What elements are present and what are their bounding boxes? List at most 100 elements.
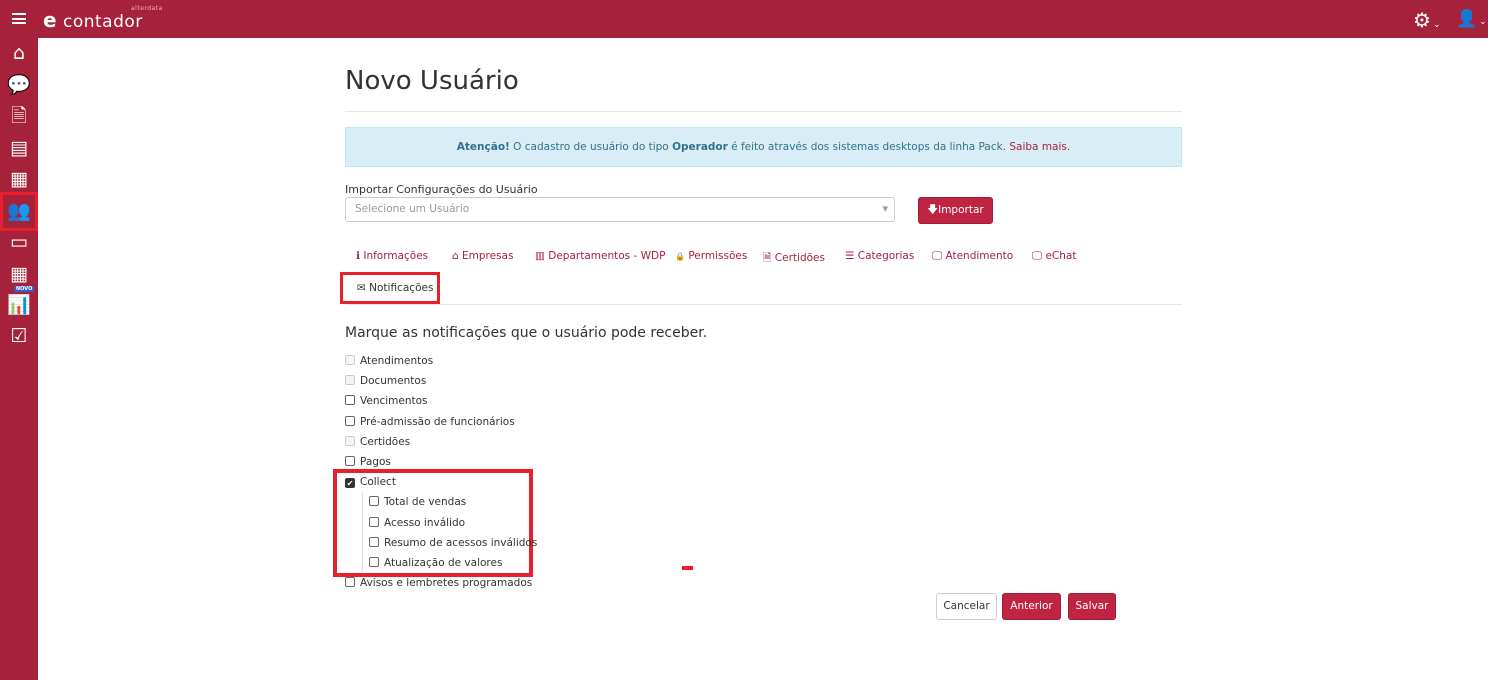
import-button[interactable]: 🡇Importar (918, 197, 993, 224)
tab-label: Permissões (688, 250, 748, 262)
info-icon: ℹ (356, 250, 360, 262)
settings-menu[interactable]: ⚙ ⌄ (1413, 8, 1440, 32)
top-bar: e contador alterdata ⚙ ⌄ 👤 ⌄ (0, 0, 1488, 38)
building-icon: ▥ (535, 250, 545, 262)
user-icon: 👤 (1456, 9, 1478, 29)
checkbox-icon[interactable] (345, 435, 355, 446)
chevron-down-icon: ⌄ (1479, 17, 1487, 27)
tab-permissoes[interactable]: 🔒 Permissões (675, 250, 747, 262)
red-marker (682, 566, 693, 570)
checkbox-label: Atendimentos (360, 355, 434, 367)
checkbox-label: Certidões (360, 435, 411, 448)
saiba-mais-link[interactable]: Saiba mais. (1009, 141, 1070, 153)
logo-text: contador (62, 12, 143, 32)
chat-icon[interactable]: 💬 (7, 73, 31, 97)
tab-certidoes[interactable]: 🗎 Certidões (763, 250, 825, 268)
tab-label: Notificações (369, 282, 434, 294)
checkbox-icon[interactable] (369, 496, 379, 507)
checkbox-icon[interactable] (345, 375, 355, 386)
save-button[interactable]: Salvar (1068, 593, 1116, 620)
tab-label: Empresas (462, 250, 514, 262)
notification-checkbox: Documentos (345, 375, 426, 387)
hamburger-menu-icon[interactable] (12, 13, 26, 24)
users-icon[interactable]: 👥 (7, 199, 31, 223)
tab-echat[interactable]: 🖵 eChat (1032, 250, 1076, 263)
building-icon[interactable]: ▦ (7, 167, 31, 191)
tab-notificacoes[interactable]: ✉ Notificações (340, 272, 440, 304)
bar-chart-icon[interactable]: 📊 (7, 293, 31, 317)
tab-informacoes[interactable]: ℹ Informações (356, 250, 428, 262)
monitor-icon: 🖵 (932, 250, 943, 262)
caret-down-icon: ▼ (882, 205, 888, 213)
checkbox-icon[interactable] (345, 456, 355, 466)
checkbox-icon[interactable] (345, 415, 355, 426)
home-icon: ⌂ (452, 250, 459, 262)
credit-card-icon[interactable]: ▭ (7, 230, 31, 254)
notification-checkbox[interactable]: Resumo de acessos inválidos (369, 536, 538, 549)
checkbox-label: Documentos (360, 375, 427, 388)
checkbox-label: Acesso inválido (384, 516, 466, 529)
checkbox-label: Vencimentos (360, 395, 428, 408)
tab-label: eChat (1045, 250, 1077, 262)
tab-atendimento[interactable]: 🖵 Atendimento (932, 250, 1013, 263)
notification-checkbox[interactable]: Pagos (345, 456, 391, 468)
import-label-text: Importar (938, 204, 984, 216)
notification-checkbox[interactable]: Avisos e lembretes programados (345, 577, 532, 589)
list-icon: ☰ (845, 250, 855, 262)
chevron-down-icon: ⌄ (1432, 20, 1441, 30)
document-icon[interactable]: 🗎 (7, 104, 31, 128)
alert-bold: Operador (672, 141, 728, 153)
file-icon: 🗎 (763, 252, 772, 264)
info-alert: Atenção! O cadastro de usuário do tipo O… (345, 127, 1182, 167)
checkbox-icon[interactable] (345, 395, 355, 406)
checkbox-icon[interactable] (369, 557, 379, 567)
lock-icon: 🔒 (675, 252, 685, 261)
tab-label: Certidões (774, 252, 825, 264)
notification-checkbox[interactable]: Atualização de valores (369, 557, 502, 569)
checkbox-icon[interactable] (369, 516, 379, 527)
checklist-icon[interactable]: ☑ (7, 324, 31, 348)
notification-checkbox[interactable]: ✔ Collect (345, 476, 396, 489)
checkbox-label: Avisos e lembretes programados (360, 577, 533, 590)
home-icon[interactable]: ⌂ (7, 41, 31, 65)
notification-checkbox: Atendimentos (345, 355, 433, 367)
novo-badge: NOVO (14, 286, 35, 292)
checkbox-label: Resumo de acessos inválidos (384, 536, 538, 549)
notifications-heading: Marque as notificações que o usuário pod… (345, 325, 708, 341)
user-menu[interactable]: 👤 ⌄ (1456, 8, 1487, 29)
notification-checkbox[interactable]: Pré-admissão de funcionários (345, 415, 515, 428)
checkbox-icon[interactable]: ✔ (345, 478, 355, 489)
checkbox-label: Collect (360, 476, 396, 489)
user-select[interactable]: Selecione um Usuário ▼ (345, 197, 895, 222)
checkbox-icon[interactable] (345, 355, 355, 365)
logo-small: alterdata (131, 5, 163, 12)
notification-checkbox[interactable]: Vencimentos (345, 395, 428, 407)
checkbox-label: Total de vendas (384, 496, 467, 509)
contact-card-icon[interactable]: ▤ (7, 136, 31, 160)
gear-icon: ⚙ (1413, 8, 1431, 32)
tab-categorias[interactable]: ☰ Categorias (845, 250, 914, 262)
tab-empresas[interactable]: ⌂ Empresas (452, 250, 513, 262)
tab-label: Informações (363, 250, 429, 262)
cancel-button[interactable]: Cancelar (936, 593, 997, 620)
divider (345, 111, 1182, 112)
tab-label: Departamentos - WDP (548, 250, 666, 262)
tab-label: Atendimento (945, 250, 1014, 262)
import-label: Importar Configurações do Usuário (345, 183, 538, 196)
calculator-icon[interactable]: ▦ (7, 262, 31, 286)
alert-text: O cadastro de usuário do tipo (509, 141, 673, 153)
tabs-divider (345, 304, 1182, 305)
checkbox-label: Pré-admissão de funcionários (360, 415, 515, 428)
sidebar (0, 38, 38, 680)
checkbox-icon[interactable] (345, 577, 355, 588)
notification-checkbox[interactable]: Acesso inválido (369, 516, 466, 529)
notification-checkbox[interactable]: Total de vendas (369, 496, 466, 508)
tab-label: Categorias (857, 250, 915, 262)
checkbox-label: Atualização de valores (384, 557, 503, 569)
tab-departamentos[interactable]: ▥ Departamentos - WDP (535, 250, 665, 262)
alert-strong: Atenção! (456, 141, 510, 153)
logo[interactable]: e contador alterdata (43, 5, 162, 32)
checkbox-icon[interactable] (369, 536, 379, 547)
monitor-icon: 🖵 (1032, 250, 1043, 262)
previous-button[interactable]: Anterior (1002, 593, 1061, 620)
